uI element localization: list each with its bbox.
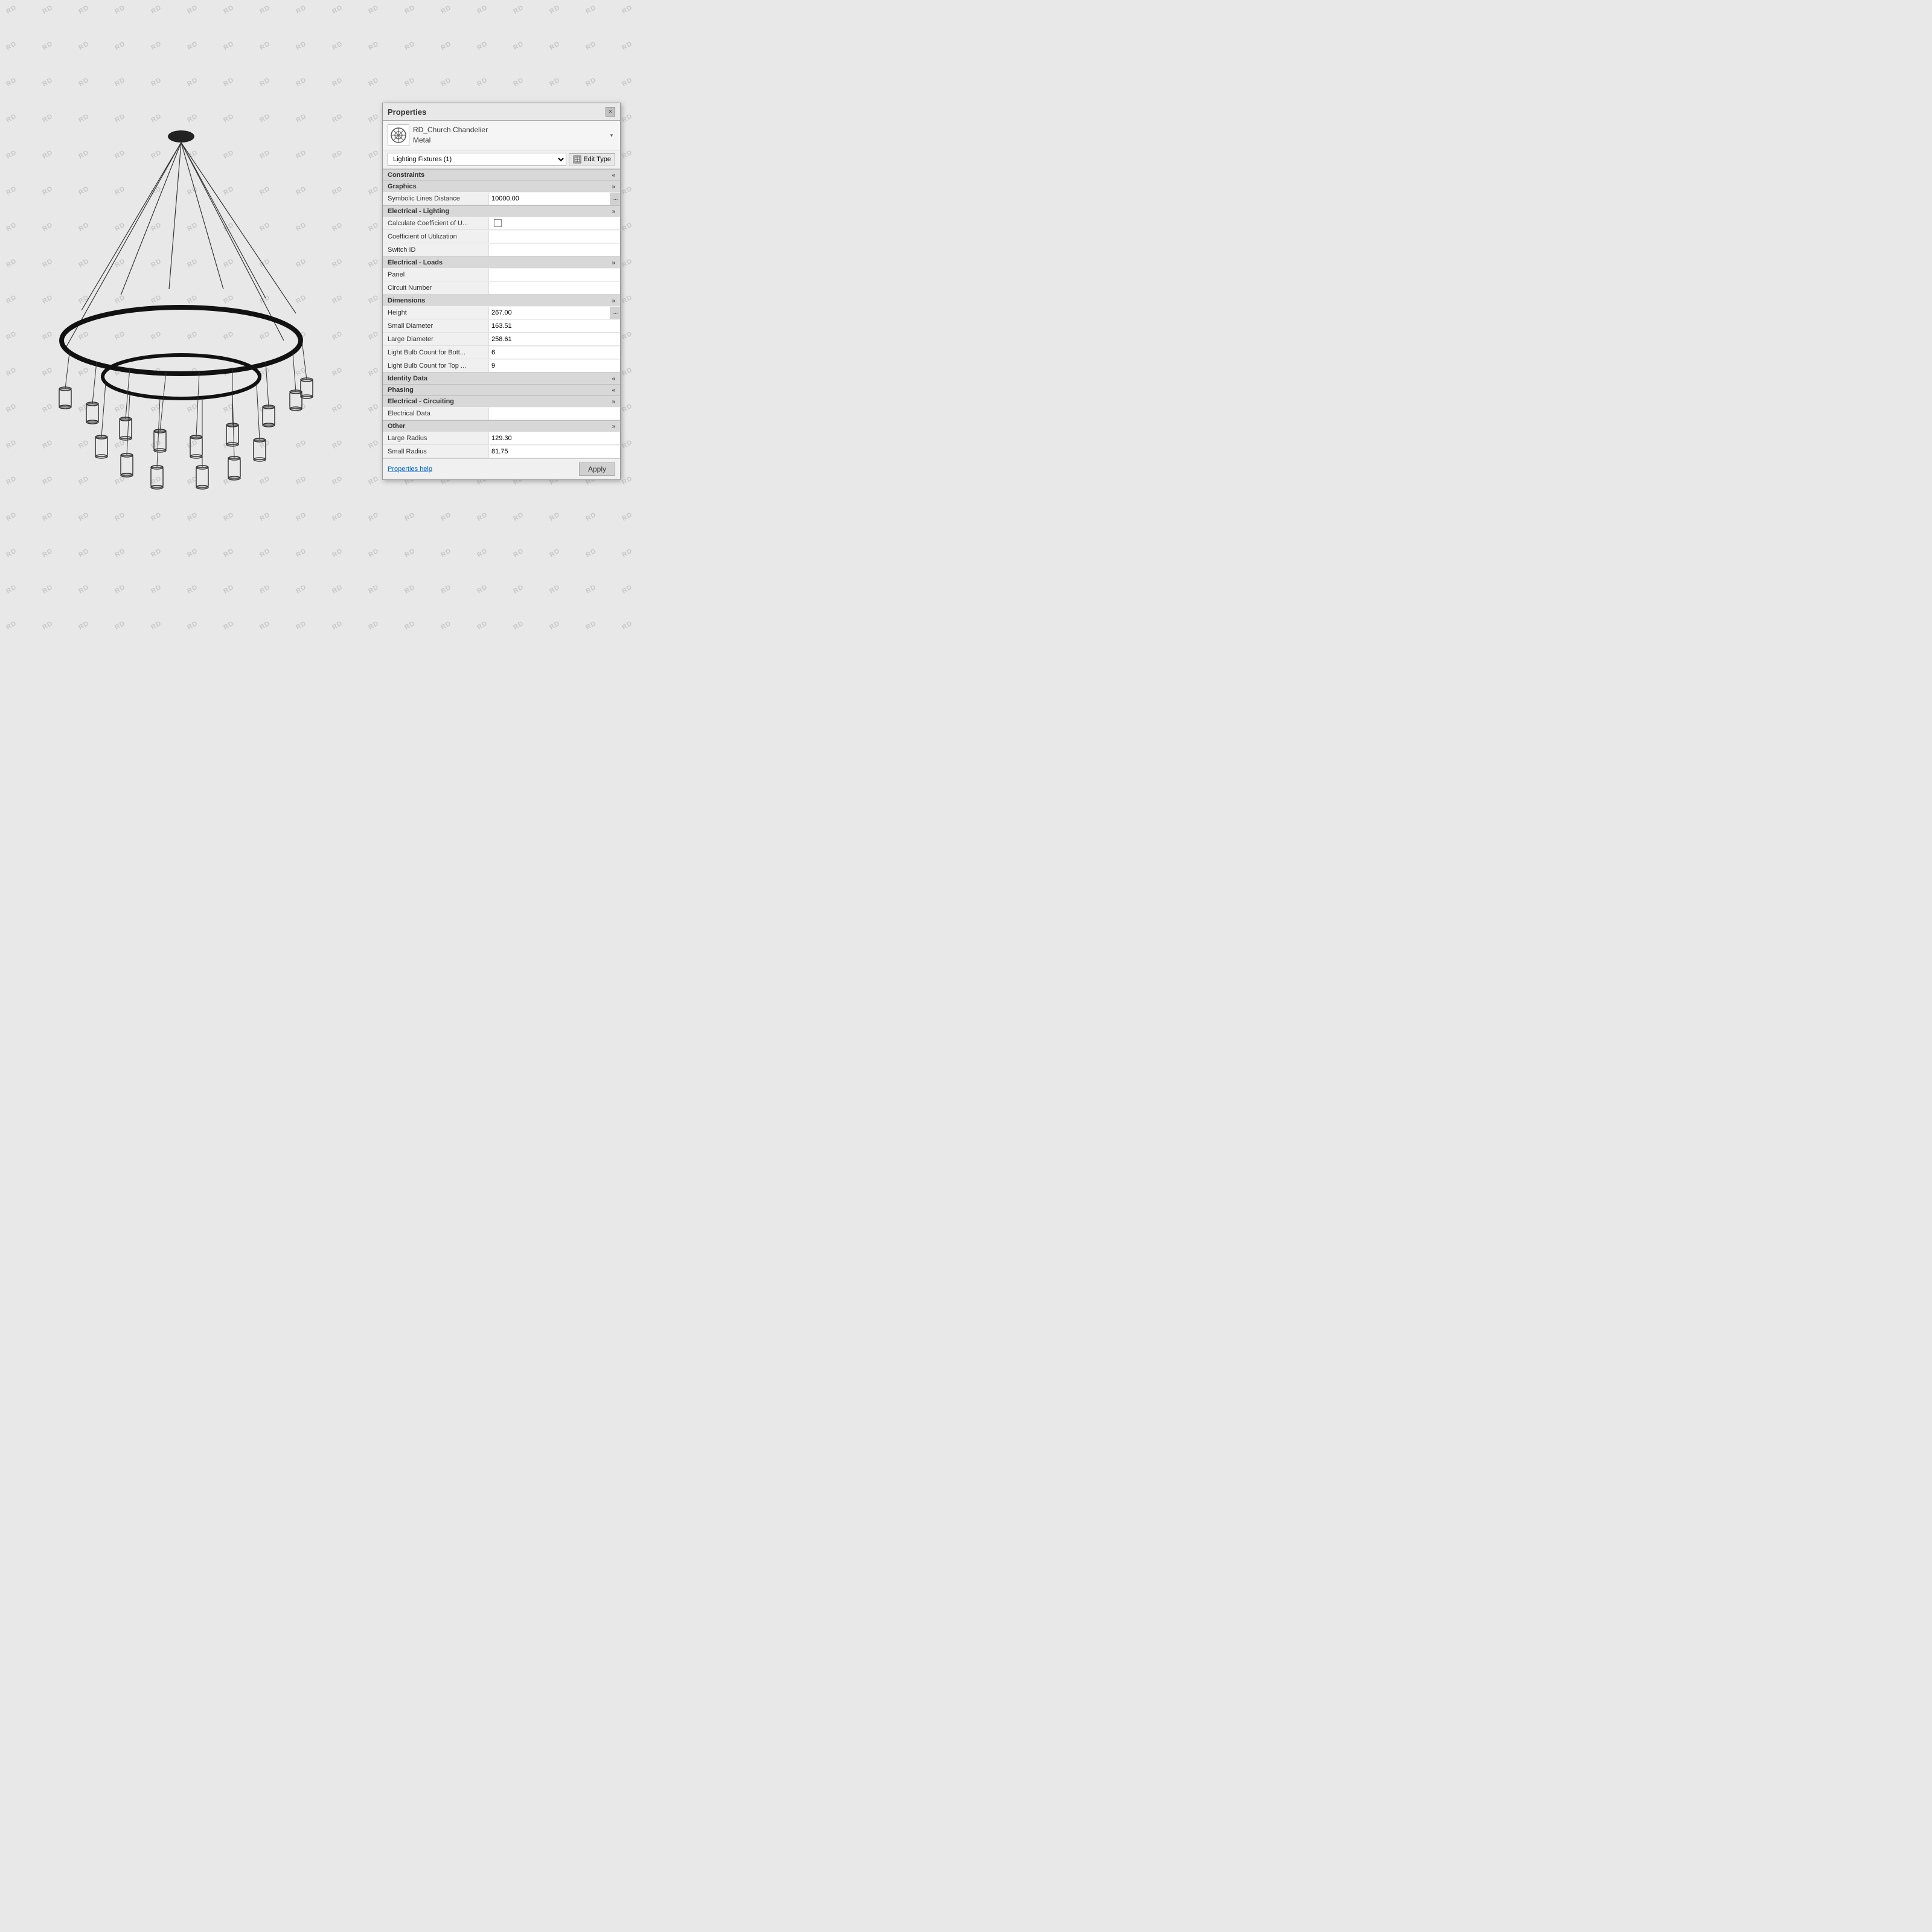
prop-panel: Panel (383, 268, 620, 281)
prop-height: Height 267.00 … (383, 306, 620, 319)
calculate-coeff-checkbox[interactable] (494, 219, 502, 227)
type-dropdown-arrow-icon: ▼ (608, 132, 615, 139)
panel-titlebar: Properties × (383, 103, 620, 121)
close-button[interactable]: × (606, 107, 615, 117)
prop-switch-id: Switch ID (383, 243, 620, 257)
chandelier-drawing (24, 117, 338, 540)
category-dropdown[interactable]: Lighting Fixtures (1) (388, 153, 566, 166)
prop-electrical-data: Electrical Data (383, 407, 620, 420)
graphics-toggle-icon (612, 184, 615, 190)
section-electrical-circuiting[interactable]: Electrical - Circuiting (383, 395, 620, 407)
circuit-number-label: Circuit Number (383, 283, 488, 293)
height-btn[interactable]: … (610, 307, 620, 319)
prop-large-diameter: Large Diameter 258.61 (383, 333, 620, 346)
prop-bulb-count-top: Light Bulb Count for Top ... 9 (383, 359, 620, 373)
prop-symbolic-lines-distance: Symbolic Lines Distance 10000.00 … (383, 192, 620, 205)
phasing-toggle-icon (612, 387, 615, 394)
prop-calculate-coeff: Calculate Coefficient of U... (383, 217, 620, 230)
small-radius-value[interactable]: 81.75 (488, 446, 620, 458)
switch-id-value[interactable] (488, 244, 620, 256)
type-info-row: RD_Church Chandelier Metal ▼ (383, 121, 620, 150)
coeff-utilization-value[interactable] (488, 231, 620, 243)
prop-bulb-count-bottom: Light Bulb Count for Bott... 6 (383, 346, 620, 359)
prop-circuit-number: Circuit Number (383, 281, 620, 295)
large-diameter-label: Large Diameter (383, 334, 488, 344)
electrical-loads-toggle-icon (612, 260, 615, 266)
apply-button[interactable]: Apply (579, 462, 615, 476)
category-selector-row: Lighting Fixtures (1) Edit Type (383, 150, 620, 169)
prop-coeff-utilization: Coefficient of Utilization (383, 230, 620, 243)
section-constraints[interactable]: Constraints (383, 169, 620, 181)
identity-data-toggle-icon (612, 376, 615, 382)
large-radius-value[interactable]: 129.30 (488, 432, 620, 444)
small-diameter-value[interactable]: 163.51 (488, 320, 620, 332)
electrical-lighting-toggle-icon (612, 208, 615, 215)
height-label: Height (383, 308, 488, 318)
panel-value[interactable] (488, 269, 620, 281)
bulb-count-top-label: Light Bulb Count for Top ... (383, 361, 488, 371)
electrical-data-value[interactable] (488, 408, 620, 420)
calculate-coeff-value[interactable] (488, 217, 620, 229)
prop-small-diameter: Small Diameter 163.51 (383, 319, 620, 333)
height-value[interactable]: 267.00 … (488, 307, 620, 319)
large-radius-label: Large Radius (383, 433, 488, 443)
calculate-coeff-label: Calculate Coefficient of U... (383, 219, 488, 228)
section-other[interactable]: Other (383, 420, 620, 432)
section-graphics[interactable]: Graphics (383, 181, 620, 192)
small-diameter-label: Small Diameter (383, 321, 488, 331)
circuit-number-value[interactable] (488, 282, 620, 294)
section-identity-data[interactable]: Identity Data (383, 373, 620, 384)
symbolic-lines-distance-btn[interactable]: … (610, 193, 620, 205)
prop-large-radius: Large Radius 129.30 (383, 432, 620, 445)
symbolic-lines-distance-label: Symbolic Lines Distance (383, 194, 488, 203)
electrical-data-label: Electrical Data (383, 409, 488, 418)
panel-footer: Properties help Apply (383, 458, 620, 479)
chandelier-icon-svg (390, 127, 407, 144)
drawing-area (0, 0, 362, 657)
dimensions-toggle-icon (612, 298, 615, 304)
type-name: RD_Church Chandelier Metal (413, 125, 604, 146)
other-toggle-icon (612, 423, 615, 430)
bulb-count-bottom-label: Light Bulb Count for Bott... (383, 348, 488, 357)
section-electrical-lighting[interactable]: Electrical - Lighting (383, 205, 620, 217)
edit-type-icon (573, 155, 581, 164)
constraints-toggle-icon (612, 172, 615, 179)
properties-help-link[interactable]: Properties help (388, 465, 432, 473)
panel-title: Properties (388, 107, 426, 117)
switch-id-label: Switch ID (383, 245, 488, 255)
edit-type-button[interactable]: Edit Type (569, 153, 615, 165)
small-radius-label: Small Radius (383, 447, 488, 456)
coeff-utilization-label: Coefficient of Utilization (383, 232, 488, 242)
electrical-circuiting-toggle-icon (612, 398, 615, 405)
bulb-count-top-value[interactable]: 9 (488, 360, 620, 372)
symbolic-lines-distance-value[interactable]: 10000.00 … (488, 193, 620, 205)
section-phasing[interactable]: Phasing (383, 384, 620, 395)
section-electrical-loads[interactable]: Electrical - Loads (383, 257, 620, 268)
section-dimensions[interactable]: Dimensions (383, 295, 620, 306)
prop-small-radius: Small Radius 81.75 (383, 445, 620, 458)
properties-panel: Properties × RD_Church Chandelier Metal … (382, 103, 621, 480)
large-diameter-value[interactable]: 258.61 (488, 333, 620, 345)
type-icon (388, 124, 409, 146)
bulb-count-bottom-value[interactable]: 6 (488, 347, 620, 359)
panel-label: Panel (383, 270, 488, 280)
